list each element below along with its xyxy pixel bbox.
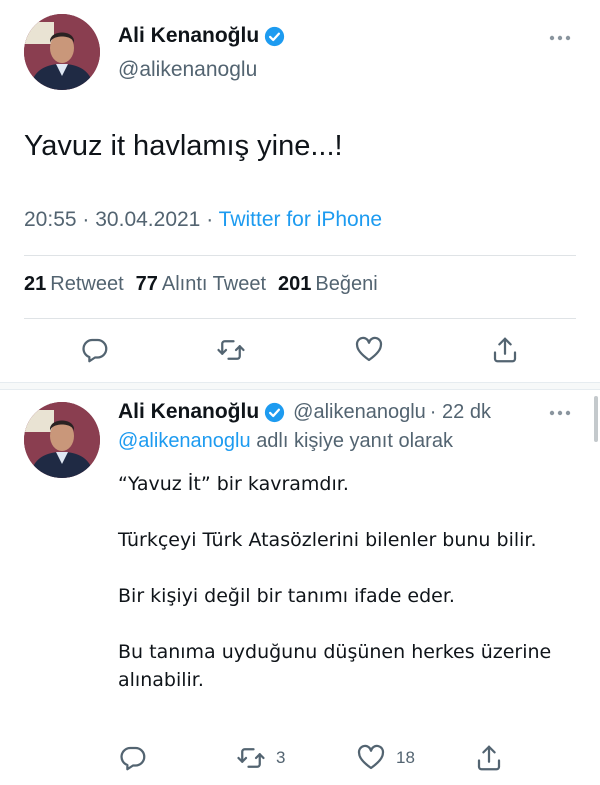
quotes-stat[interactable]: 77 Alıntı Tweet [136,273,266,296]
author-handle[interactable]: @alikenanoglu [118,58,257,82]
reply-icon [118,743,148,773]
author-display-name[interactable]: Ali Kenanoğlu [118,400,259,424]
retweet-count: 3 [276,748,286,767]
reply-paragraph: “Yavuz İt” bir kavramdır. [118,473,349,495]
avatar[interactable] [24,402,100,478]
reply-button[interactable] [118,743,148,773]
meta-separator: · [206,208,214,231]
share-button[interactable] [490,335,520,365]
tweet-date[interactable]: 30.04.2021 [95,208,200,231]
scrollbar[interactable] [594,396,598,442]
author-display-name[interactable]: Ali Kenanoğlu [118,24,259,48]
avatar-image [24,14,100,90]
like-count: 18 [396,748,415,767]
verified-badge-icon [264,26,285,47]
like-button[interactable]: 18 [356,743,415,773]
share-button[interactable] [474,743,504,773]
replying-to: @alikenanoglu adlı kişiye yanıt olarak [118,430,453,453]
thread-separator [0,382,600,390]
retweet-button[interactable]: 3 [236,743,285,773]
retweet-icon [236,743,266,773]
reply-icon [80,335,110,365]
tweet-text: Yavuz it havlamış yine...! [24,130,343,162]
reply-paragraph: Bu tanıma uyduğunu düşünen herkes üzerin… [118,641,552,691]
divider [24,255,576,256]
replying-to-label: adlı kişiye yanıt olarak [256,430,453,452]
reply-mention-link[interactable]: @alikenanoglu [118,430,251,452]
tweet-stats: 21 Retweet 77 Alıntı Tweet 201 Beğeni [24,273,378,296]
retweets-count: 21 [24,273,47,295]
author-name-row: Ali Kenanoğlu [118,24,285,48]
likes-stat[interactable]: 201 Beğeni [278,273,378,296]
divider [24,318,576,319]
reply-button[interactable] [80,335,110,365]
more-options-icon[interactable] [548,33,572,43]
quotes-label: Alıntı Tweet [161,273,267,295]
reply-paragraph: Bir kişiyi değil bir tanımı ifade eder. [118,585,455,607]
more-options-icon[interactable] [548,408,572,418]
meta-separator: · [82,208,90,231]
main-tweet: Ali Kenanoğlu @alikenanoglu Yavuz it hav… [0,0,600,382]
reply-text: “Yavuz İt” bir kavramdır. Türkçeyi Türk … [118,470,558,722]
author-handle[interactable]: @alikenanoglu [293,401,426,424]
share-icon [474,743,504,773]
retweet-button[interactable] [216,335,246,365]
heart-icon [356,743,386,773]
tweet-source-link[interactable]: Twitter for iPhone [219,208,382,231]
avatar[interactable] [24,14,100,90]
quotes-count: 77 [135,273,158,295]
avatar-image [24,402,100,478]
tweet-time[interactable]: 20:55 [24,208,77,231]
like-button[interactable] [354,335,384,365]
retweet-icon [216,335,246,365]
reply-paragraph: Türkçeyi Türk Atasözlerini bilenler bunu… [118,529,537,551]
retweets-stat[interactable]: 21 Retweet [24,273,124,296]
likes-label: Beğeni [315,273,378,295]
reply-author-row: Ali Kenanoğlu @alikenanoglu · 22 dk [118,400,491,424]
verified-badge-icon [264,402,285,423]
heart-icon [354,335,384,365]
tweet-time-ago[interactable]: · 22 dk [430,401,491,424]
retweets-label: Retweet [50,273,124,295]
tweet-meta: 20:55 · 30.04.2021 · Twitter for iPhone [24,208,382,232]
share-icon [490,335,520,365]
likes-count: 201 [278,273,312,295]
